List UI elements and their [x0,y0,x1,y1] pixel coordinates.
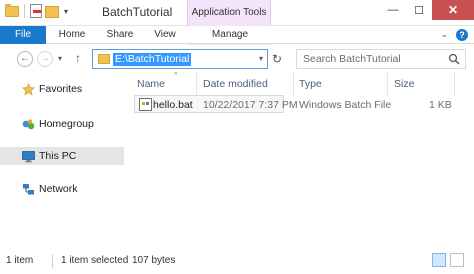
forward-button[interactable]: → [37,51,53,67]
nav-item-network[interactable]: Network [0,180,128,198]
close-button[interactable]: ✕ [432,0,474,20]
status-selection-size: 107 bytes [132,255,176,266]
column-header-name[interactable]: Name [137,78,165,90]
navigation-pane: Favorites Homegroup This PC Network [0,72,128,248]
refresh-icon[interactable]: ↻ [272,52,282,66]
tab-manage[interactable]: Manage [192,26,268,44]
search-placeholder: Search BatchTutorial [303,53,401,65]
nav-item-favorites[interactable]: Favorites [0,80,128,98]
up-icon[interactable]: ↑ [75,51,81,65]
sort-indicator-icon: ^ [174,72,178,79]
search-icon[interactable] [448,53,460,65]
tab-share[interactable]: Share [100,26,140,44]
ribbon-controls: ⌄ ? [440,29,468,41]
homegroup-icon [22,119,35,130]
window-controls: — ☐ ✕ [380,0,474,20]
column-divider[interactable] [454,72,455,96]
address-input[interactable]: E:\BatchTutorial ▾ [92,49,268,69]
column-divider[interactable] [196,72,197,96]
column-header-type[interactable]: Type [299,78,322,90]
maximize-button[interactable]: ☐ [406,0,432,20]
nav-item-label: Network [39,183,78,195]
tab-home[interactable]: Home [52,26,92,44]
computer-icon [22,151,35,163]
status-selection: 1 item selected [61,255,129,266]
search-input[interactable]: Search BatchTutorial [296,49,466,69]
details-view-button[interactable] [432,253,446,267]
ribbon-tabs: File Home Share View Manage ⌄ ? [0,26,474,44]
nav-item-this-pc[interactable]: This PC [0,147,124,165]
nav-item-label: This PC [39,150,77,162]
column-divider[interactable] [293,72,294,96]
batch-file-icon [139,98,152,111]
file-name[interactable]: hello.bat [153,99,193,111]
status-item-count: 1 item [6,255,34,266]
file-date-modified: 10/22/2017 7:37 PM [203,99,298,111]
file-size: 1 KB [429,99,452,111]
qat-dropdown-icon[interactable]: ▾ [64,7,68,16]
minimize-button[interactable]: — [380,0,406,20]
tab-view[interactable]: View [148,26,182,44]
back-button[interactable]: ← [17,51,33,67]
address-text[interactable]: E:\BatchTutorial [113,53,192,66]
star-icon [22,83,35,96]
column-header-date-modified[interactable]: Date modified [203,78,268,90]
nav-item-label: Favorites [39,83,83,95]
file-list: ^ Name Date modified Type Size hello.bat… [130,72,474,248]
folder-icon [5,4,19,18]
address-dropdown-icon[interactable]: ▾ [259,54,263,63]
nav-item-homegroup[interactable]: Homegroup [0,115,128,133]
column-divider[interactable] [387,72,388,96]
folder-icon [98,54,110,64]
help-icon[interactable]: ? [456,29,468,41]
status-bar: 1 item 1 item selected 107 bytes [0,248,474,274]
contextual-tab-group-title: Application Tools [191,7,267,18]
address-bar-row: ← → ▾ ↑ E:\BatchTutorial ▾ ↻ Search Batc… [0,45,474,72]
recent-locations-icon[interactable]: ▾ [58,54,62,63]
nav-item-label: Homegroup [39,118,94,130]
file-type: Windows Batch File [299,99,392,111]
quick-access-toolbar: ▾ [5,4,68,18]
window-title: BatchTutorial [102,5,173,19]
tab-file[interactable]: File [0,26,46,44]
new-folder-icon[interactable] [45,6,59,18]
properties-icon[interactable] [30,4,42,18]
qat-separator [24,4,25,18]
expand-ribbon-icon[interactable]: ⌄ [440,29,448,41]
network-icon [23,184,34,195]
large-icons-view-button[interactable] [450,253,464,267]
column-header-size[interactable]: Size [394,78,414,90]
status-divider [52,254,53,268]
